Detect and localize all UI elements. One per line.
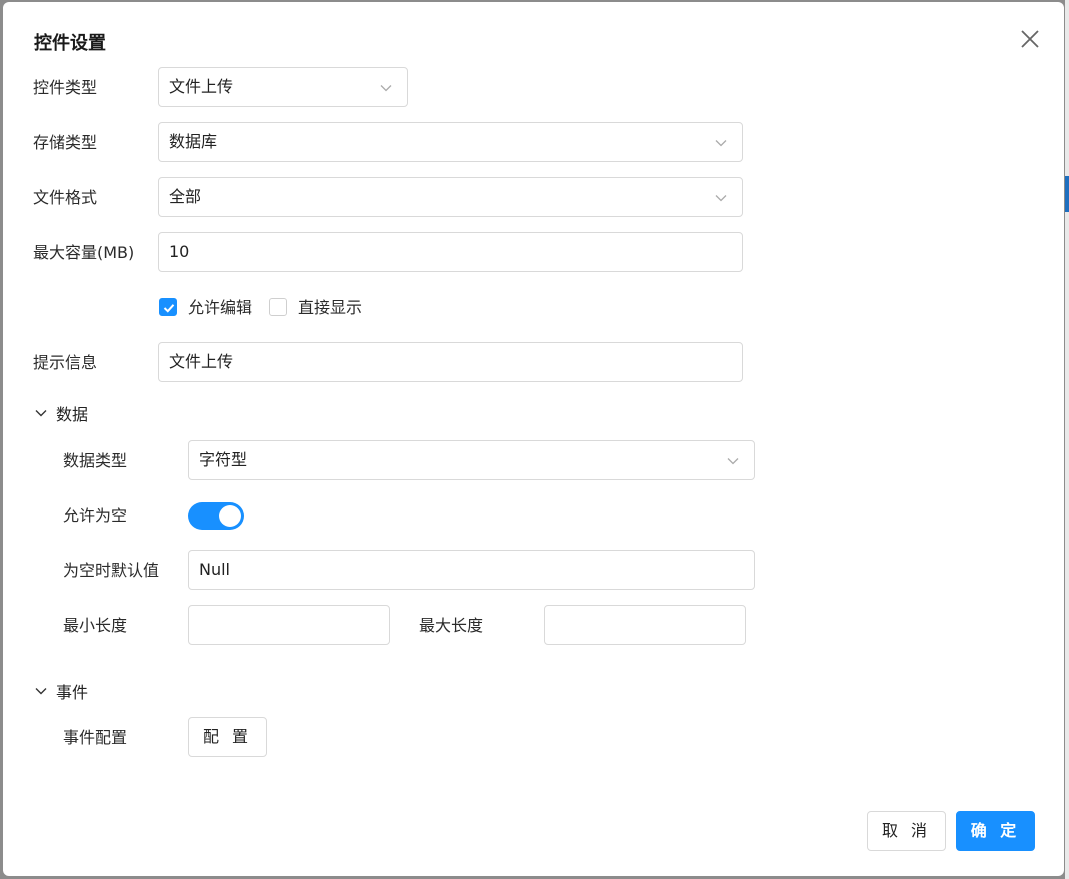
storage-type-select[interactable]: 数据库 xyxy=(158,122,743,162)
null-default-label: 为空时默认值 xyxy=(63,561,160,580)
ok-button[interactable]: 确 定 xyxy=(956,811,1035,851)
min-length-input[interactable] xyxy=(188,605,390,645)
chevron-down-icon xyxy=(35,688,47,695)
file-format-value: 全部 xyxy=(169,187,202,206)
background-accent xyxy=(1065,176,1069,212)
allow-edit-checkbox[interactable] xyxy=(159,298,177,316)
storage-type-label: 存储类型 xyxy=(33,133,98,152)
chevron-down-icon xyxy=(35,410,47,417)
hint-value: 文件上传 xyxy=(169,352,234,371)
chevron-down-icon xyxy=(715,140,727,147)
event-config-label: 事件配置 xyxy=(63,728,128,747)
hint-label: 提示信息 xyxy=(33,353,98,372)
configure-button[interactable]: 配 置 xyxy=(188,717,267,757)
dialog-title: 控件设置 xyxy=(34,33,106,54)
background-page xyxy=(1065,0,1069,879)
control-type-label: 控件类型 xyxy=(33,78,98,97)
event-section-toggle[interactable]: 事件 xyxy=(34,679,88,703)
allow-null-label: 允许为空 xyxy=(63,506,128,525)
max-size-input[interactable]: 10 xyxy=(158,232,743,272)
direct-display-label: 直接显示 xyxy=(298,298,363,317)
min-length-label: 最小长度 xyxy=(63,616,128,635)
data-section-title: 数据 xyxy=(56,405,89,424)
close-icon[interactable] xyxy=(1019,28,1041,50)
max-length-label: 最大长度 xyxy=(419,616,484,635)
data-section-toggle[interactable]: 数据 xyxy=(34,401,88,425)
data-type-value: 字符型 xyxy=(199,450,248,469)
max-size-value: 10 xyxy=(169,242,190,261)
switch-knob xyxy=(219,505,241,527)
file-format-select[interactable]: 全部 xyxy=(158,177,743,217)
file-format-label: 文件格式 xyxy=(33,188,98,207)
event-section-title: 事件 xyxy=(56,683,89,702)
allow-edit-label: 允许编辑 xyxy=(188,298,253,317)
data-type-select[interactable]: 字符型 xyxy=(188,440,755,480)
control-settings-dialog: 控件设置 控件类型 文件上传 存储类型 数据库 文件格式 全部 最大容量(MB)… xyxy=(3,2,1064,876)
control-type-select[interactable]: 文件上传 xyxy=(158,67,408,107)
null-default-input[interactable]: Null xyxy=(188,550,755,590)
chevron-down-icon xyxy=(727,458,739,465)
check-icon xyxy=(163,304,175,313)
allow-null-switch[interactable] xyxy=(188,502,244,530)
max-length-input[interactable] xyxy=(544,605,746,645)
cancel-button[interactable]: 取 消 xyxy=(867,811,946,851)
max-size-label: 最大容量(MB) xyxy=(33,243,135,262)
hint-input[interactable]: 文件上传 xyxy=(158,342,743,382)
data-type-label: 数据类型 xyxy=(63,451,128,470)
chevron-down-icon xyxy=(380,85,392,92)
control-type-value: 文件上传 xyxy=(169,77,234,96)
null-default-value: Null xyxy=(199,560,230,579)
chevron-down-icon xyxy=(715,195,727,202)
storage-type-value: 数据库 xyxy=(169,132,218,151)
direct-display-checkbox[interactable] xyxy=(269,298,287,316)
